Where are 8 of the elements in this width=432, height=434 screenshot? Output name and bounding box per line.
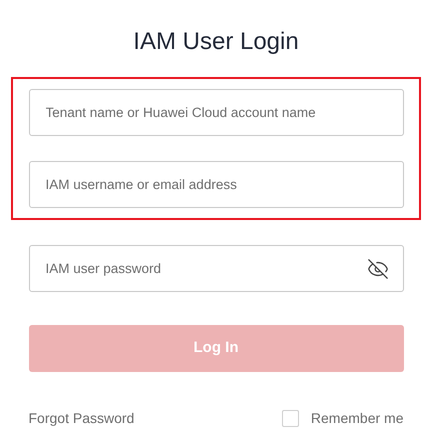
eye-slash-icon[interactable] [366, 258, 388, 280]
page-title: IAM User Login [133, 27, 299, 57]
input-field[interactable]: Tenant name or Huawei Cloud account name [28, 89, 404, 136]
input-field[interactable]: IAM username or email address [28, 161, 404, 208]
remember-label: Remember me [310, 409, 404, 428]
remember-checkbox[interactable] [282, 410, 299, 427]
password-field[interactable]: IAM user password [28, 245, 404, 292]
forgot-password-link[interactable]: Forgot Password [28, 408, 134, 429]
